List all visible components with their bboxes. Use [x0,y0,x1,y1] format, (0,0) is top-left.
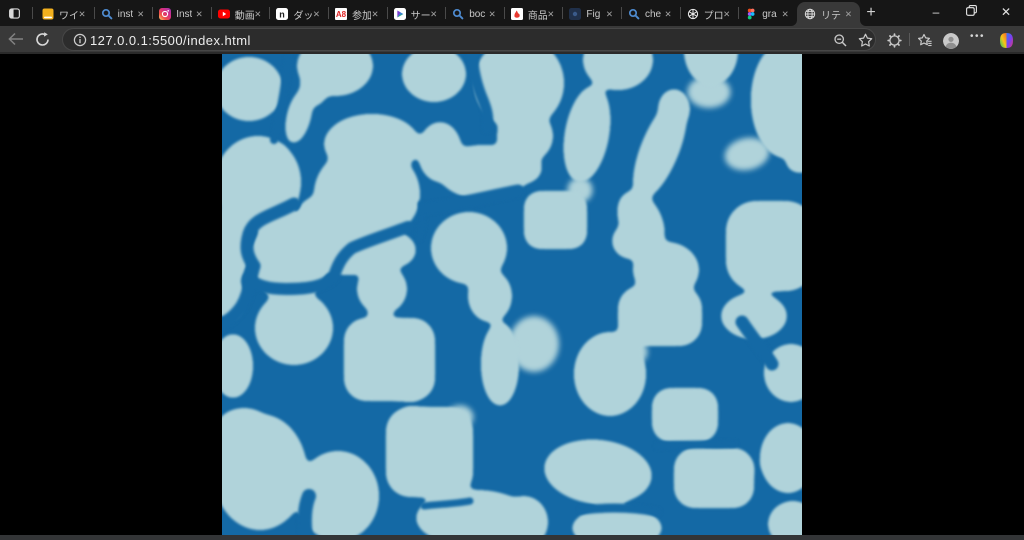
svg-text:A8: A8 [336,10,347,19]
svg-text:n: n [280,9,286,19]
